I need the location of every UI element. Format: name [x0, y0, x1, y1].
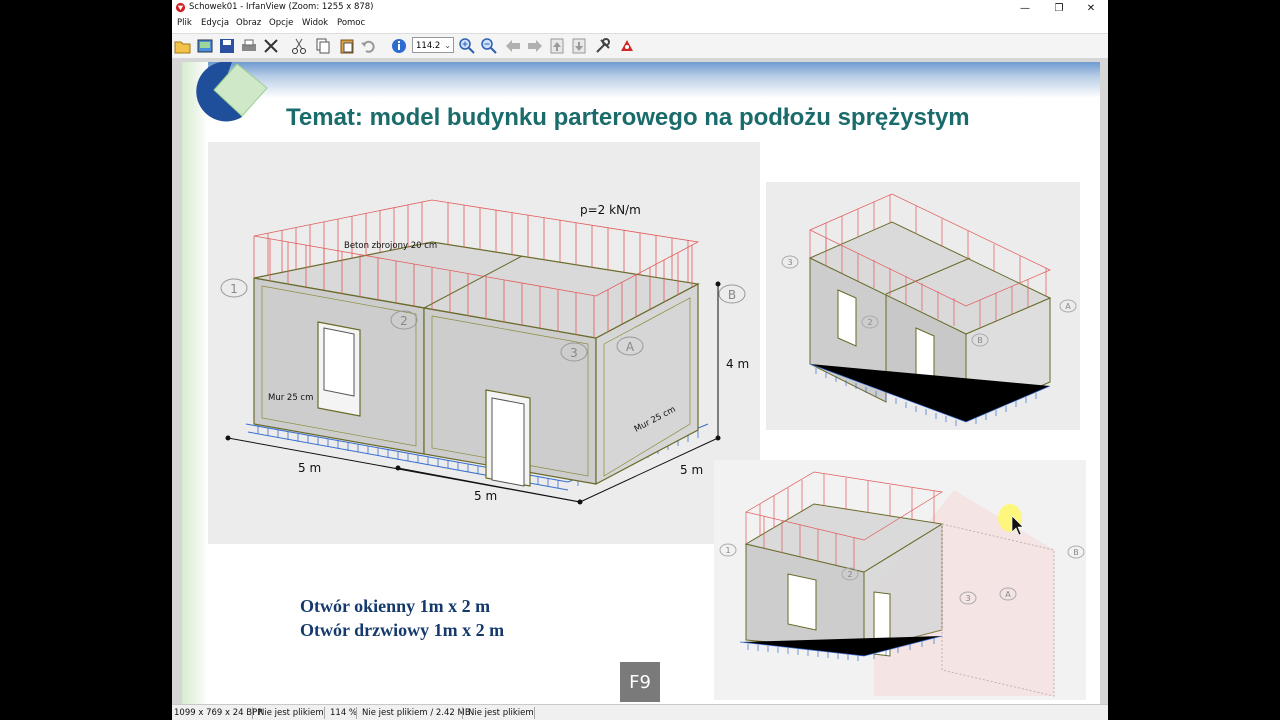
load-label: p=2 kN/m: [580, 203, 641, 217]
status-image-info: 1099 x 769 x 24 BPP: [174, 708, 263, 718]
chevron-down-icon: ⌄: [444, 41, 451, 50]
status-zoom: 114 %: [330, 708, 358, 718]
menu-plik[interactable]: Plik: [177, 18, 192, 28]
status-extra: Nie jest plikiem: [468, 708, 534, 718]
axis-label-b-bottom: B: [1073, 548, 1079, 557]
zoom-value: 114.2: [416, 41, 441, 51]
delete-icon[interactable]: [262, 37, 280, 55]
irfanview-logo-icon: [175, 2, 186, 13]
axis-label-2-bottom: 2: [847, 570, 852, 579]
height-label: 4 m: [726, 357, 749, 371]
slab-label: Beton zbrojony 20 cm: [344, 241, 437, 251]
settings-icon[interactable]: [594, 37, 612, 55]
menu-obraz[interactable]: Obraz: [236, 18, 261, 28]
title-bar: Schowek01 - IrfanView (Zoom: 1255 x 878)…: [172, 0, 1108, 16]
building-diagram-bottom-right: 1 2 3 A B: [714, 460, 1086, 700]
axis-label-b-small: B: [977, 336, 983, 345]
building-diagram-top-right: 3 2 B A: [766, 182, 1080, 430]
slide-side-band: [182, 62, 208, 704]
presentation-slide: Temat: model budynku parterowego na podł…: [182, 62, 1100, 704]
dim-front-right: 5 m: [474, 489, 497, 503]
axis-label-3-bottom: 3: [965, 594, 970, 603]
close-button[interactable]: ✕: [1074, 0, 1108, 16]
next-icon[interactable]: [526, 37, 544, 55]
axis-label-a-small: A: [1065, 302, 1071, 311]
status-size-info: Nie jest plikiem / 2.42 MB: [362, 708, 471, 718]
save-icon[interactable]: [218, 37, 236, 55]
thumbnails-icon[interactable]: [196, 37, 214, 55]
menu-widok[interactable]: Widok: [302, 18, 328, 28]
last-page-icon[interactable]: [570, 37, 588, 55]
status-bar: 1099 x 769 x 24 BPP Nie jest plikiem 114…: [172, 704, 1108, 720]
axis-label-2-small: 2: [867, 318, 872, 327]
caption-window-opening: Otwór okienny 1m x 2 m: [300, 596, 491, 616]
zoom-in-icon[interactable]: [458, 37, 476, 55]
info-icon[interactable]: [390, 37, 408, 55]
toolbar: 114.2 ⌄: [172, 33, 1108, 59]
axis-label-2: 2: [400, 314, 408, 328]
menu-opcje[interactable]: Opcje: [269, 18, 293, 28]
copy-icon[interactable]: [314, 37, 332, 55]
axis-label-3: 3: [570, 346, 578, 360]
irfanview-window: Schowek01 - IrfanView (Zoom: 1255 x 878)…: [172, 0, 1108, 720]
print-icon[interactable]: [240, 37, 258, 55]
open-icon[interactable]: [174, 37, 192, 55]
status-separator: [324, 707, 325, 719]
axis-label-a: A: [626, 340, 635, 354]
menu-edycja[interactable]: Edycja: [201, 18, 229, 28]
zoom-out-icon[interactable]: [480, 37, 498, 55]
dim-side: 5 m: [680, 463, 703, 477]
menu-pomoc[interactable]: Pomoc: [337, 18, 365, 28]
slide-title: Temat: model budynku parterowego na podł…: [286, 104, 970, 131]
building-diagram-main: 1 2 3 A B p=2 kN/m Beton zbrojony 20 cm …: [208, 142, 760, 544]
axis-label-3-small: 3: [787, 258, 792, 267]
status-file-state: Nie jest plikiem: [258, 708, 324, 718]
slide-header-band: [182, 62, 1100, 98]
window-title: Schowek01 - IrfanView (Zoom: 1255 x 878): [189, 2, 374, 12]
exit-icon[interactable]: [618, 37, 636, 55]
axis-label-a-bottom: A: [1005, 590, 1011, 599]
caption-door-opening: Otwór drzwiowy 1m x 2 m: [300, 620, 505, 640]
minimize-button[interactable]: —: [1008, 0, 1042, 16]
menu-bar: Plik Edycja Obraz Opcje Widok Pomoc: [172, 16, 1108, 32]
maximize-button[interactable]: ❐: [1042, 0, 1076, 16]
dim-front-left: 5 m: [298, 461, 321, 475]
axis-label-b: B: [728, 288, 736, 302]
status-separator: [356, 707, 357, 719]
undo-icon[interactable]: [360, 37, 378, 55]
paste-icon[interactable]: [338, 37, 356, 55]
axis-label-1: 1: [230, 282, 238, 296]
image-canvas[interactable]: Temat: model budynku parterowego na podł…: [172, 58, 1108, 704]
status-separator: [252, 707, 253, 719]
previous-icon[interactable]: [504, 37, 522, 55]
axis-label-1-bottom: 1: [725, 546, 730, 555]
wall-label-left: Mur 25 cm: [268, 393, 313, 403]
status-separator: [462, 707, 463, 719]
cut-icon[interactable]: [290, 37, 308, 55]
first-page-icon[interactable]: [548, 37, 566, 55]
university-logo-icon: [196, 62, 268, 122]
status-separator: [534, 707, 535, 719]
key-overlay-f9: F9: [620, 662, 660, 702]
zoom-select[interactable]: 114.2 ⌄: [412, 37, 454, 53]
